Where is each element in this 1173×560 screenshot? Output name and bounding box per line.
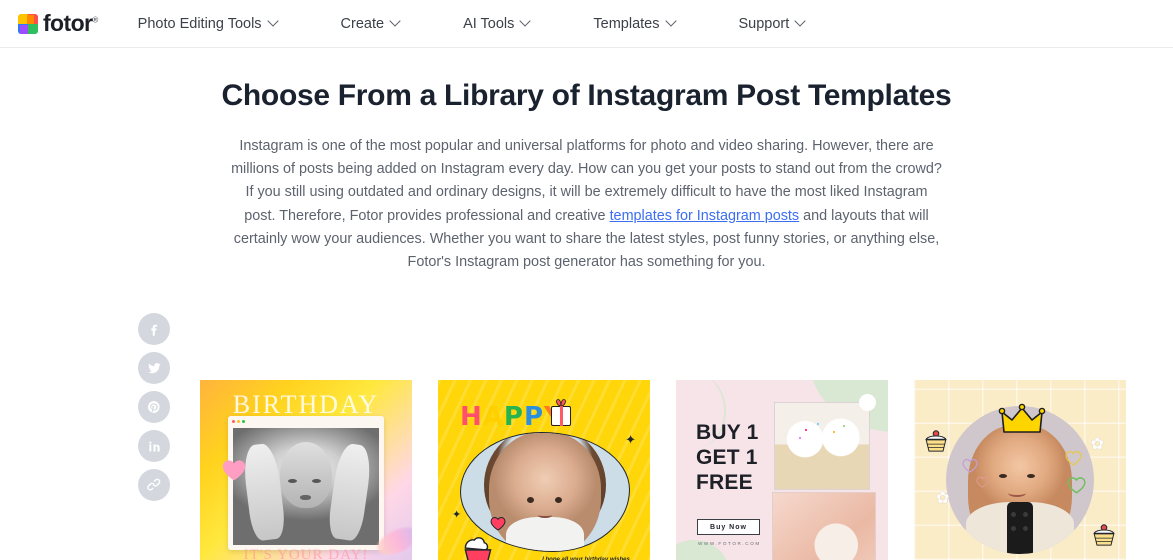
- chevron-down-icon: [269, 17, 278, 26]
- thumb-url-text: WWW.FOTOR.COM: [698, 541, 761, 546]
- share-twitter-button[interactable]: [138, 352, 170, 384]
- share-linkedin-button[interactable]: [138, 430, 170, 462]
- window-control-dots: [232, 420, 245, 423]
- cupcake-icon: [925, 430, 947, 452]
- share-facebook-button[interactable]: [138, 313, 170, 345]
- portrait-photo: [233, 428, 379, 545]
- thumb-caption-line-1: I hope all your birthday wishes: [542, 557, 630, 560]
- cupcake-icon: [1093, 524, 1115, 546]
- pinterest-icon: [147, 400, 160, 413]
- cupcake-icon: [464, 535, 492, 560]
- template-card-grid: BIRTHDAY IT'S YOUR DAY! HAPP ✦ ✦ I hope …: [200, 380, 1126, 560]
- intro-paragraph: Instagram is one of the most popular and…: [231, 135, 943, 274]
- fotor-logo[interactable]: fotor®: [18, 12, 98, 35]
- browser-window-mockup: [228, 416, 384, 550]
- twitter-icon: [147, 362, 161, 373]
- chevron-down-icon: [796, 17, 805, 26]
- flower-icon: ✿: [1090, 436, 1104, 453]
- template-thumbnail-cream-illustration[interactable]: ✿ ✿ Happiest of birthdays: [914, 380, 1126, 560]
- heart-icon: [222, 460, 246, 481]
- heart-icon: [976, 476, 989, 488]
- sparkle-icon: ✦: [452, 509, 462, 521]
- heart-icon: [1065, 450, 1082, 466]
- template-card[interactable]: BUY 1 GET 1 FREE Buy Now WWW.FOTOR.COM P…: [676, 380, 888, 560]
- logo-wordmark: fotor®: [43, 10, 98, 36]
- template-card[interactable]: ✿ ✿ Happiest of birthdays Cream Yellow I…: [914, 380, 1126, 560]
- nav-item-label: Support: [738, 15, 790, 32]
- page-content: Choose From a Library of Instagram Post …: [0, 79, 1173, 560]
- flower-icon: ✿: [936, 490, 950, 507]
- top-navigation-bar: fotor® Photo Editing Tools Create AI Too…: [0, 0, 1173, 48]
- nav-item-create[interactable]: Create: [331, 16, 411, 32]
- template-thumbnail-pink-cupcake[interactable]: BUY 1 GET 1 FREE Buy Now WWW.FOTOR.COM: [676, 380, 888, 560]
- browser-titlebar: [228, 416, 384, 427]
- template-thumbnail-yellow-illustration[interactable]: HAPPY ✦ ✦: [438, 380, 650, 560]
- heart-icon: [490, 516, 506, 531]
- template-thumbnail-yellow-gradient[interactable]: BIRTHDAY IT'S YOUR DAY!: [200, 380, 412, 560]
- thumb-subtitle-text: IT'S YOUR DAY!: [243, 547, 369, 560]
- copy-link-button[interactable]: [138, 469, 170, 501]
- nav-item-support[interactable]: Support: [729, 16, 816, 32]
- white-circle-decoration: [859, 394, 876, 411]
- facebook-icon: [151, 324, 158, 336]
- nav-item-templates[interactable]: Templates: [583, 16, 685, 32]
- gift-box-icon: [551, 406, 571, 426]
- share-pinterest-button[interactable]: [138, 391, 170, 423]
- cupcake-photo-top: [774, 402, 870, 490]
- heart-icon: [1067, 477, 1086, 494]
- registered-mark: ®: [92, 15, 98, 25]
- templates-for-instagram-posts-link[interactable]: templates for Instagram posts: [610, 208, 800, 224]
- fotor-pinwheel-icon: [18, 13, 38, 34]
- crown-icon: [998, 403, 1046, 433]
- nav-menu: Photo Editing Tools Create AI Tools Temp…: [128, 16, 816, 32]
- nav-item-photo-editing-tools[interactable]: Photo Editing Tools: [128, 16, 288, 32]
- social-share-rail: [138, 313, 170, 501]
- heart-icon: [962, 458, 978, 473]
- chevron-down-icon: [391, 17, 400, 26]
- nav-item-label: Create: [340, 15, 385, 32]
- cupcake-photo-bottom: [772, 492, 876, 560]
- buy-now-button[interactable]: Buy Now: [697, 519, 760, 535]
- nav-item-label: Photo Editing Tools: [137, 15, 262, 32]
- linkedin-icon: [148, 441, 160, 451]
- nav-item-label: AI Tools: [463, 15, 515, 32]
- sparkle-icon: ✦: [625, 432, 636, 447]
- nav-item-ai-tools[interactable]: AI Tools: [453, 16, 540, 32]
- chevron-down-icon: [521, 17, 530, 26]
- link-icon: [147, 478, 161, 491]
- nav-item-label: Templates: [593, 15, 660, 32]
- thumb-headline-text: BUY 1 GET 1 FREE: [696, 421, 759, 494]
- template-card[interactable]: BIRTHDAY IT'S YOUR DAY!: [200, 380, 412, 560]
- page-title: Choose From a Library of Instagram Post …: [221, 79, 952, 112]
- template-card[interactable]: HAPPY ✦ ✦: [438, 380, 650, 560]
- thumb-caption-text: I hope all your birthday wishes and drea…: [532, 556, 640, 560]
- chevron-down-icon: [667, 17, 676, 26]
